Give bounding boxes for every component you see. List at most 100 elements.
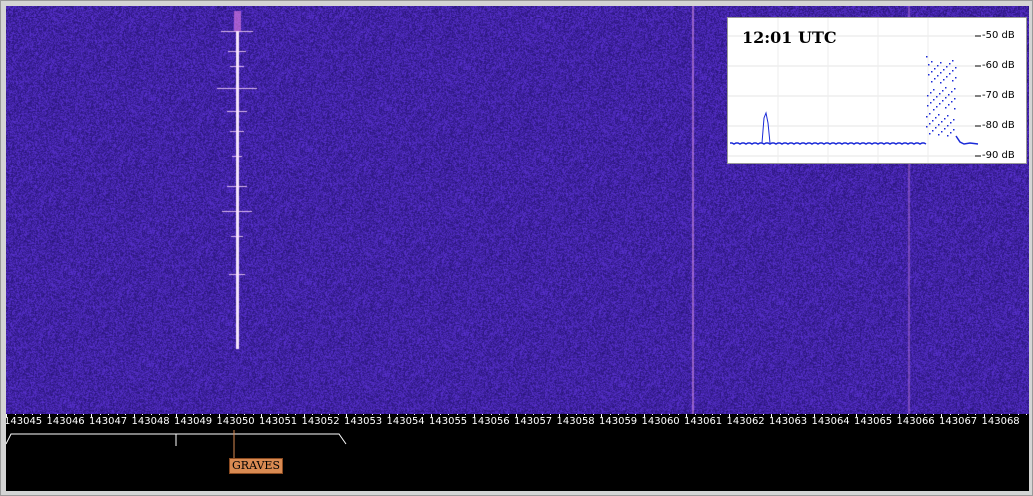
freq-minor-tick <box>890 414 891 415</box>
freq-minor-tick <box>490 414 492 415</box>
freq-minor-tick <box>142 414 143 415</box>
freq-minor-tick <box>652 414 653 415</box>
freq-label: 143050 <box>216 416 255 427</box>
freq-minor-tick <box>320 414 322 415</box>
freq-minor-tick <box>873 414 874 415</box>
freq-minor-tick <box>99 414 101 415</box>
freq-minor-tick <box>388 414 390 415</box>
freq-minor-tick <box>167 414 169 415</box>
graves-marker-label[interactable]: GRAVES <box>229 458 283 474</box>
freq-minor-tick <box>703 414 704 415</box>
freq-minor-tick <box>82 414 84 415</box>
freq-label: 143052 <box>301 416 340 427</box>
freq-label: 143067 <box>939 416 978 427</box>
freq-minor-tick <box>397 414 398 415</box>
freq-minor-tick <box>949 414 951 415</box>
freq-minor-tick <box>516 414 517 415</box>
freq-minor-tick <box>1026 414 1027 415</box>
freq-minor-tick <box>643 414 645 415</box>
freq-minor-tick <box>618 414 619 415</box>
freq-minor-tick <box>261 414 262 415</box>
freq-minor-tick <box>14 414 16 415</box>
freq-label: 143062 <box>726 416 765 427</box>
freq-label: 143059 <box>599 416 638 427</box>
freq-minor-tick <box>932 414 934 415</box>
freq-minor-tick <box>992 414 993 415</box>
window-frame: 12:01 UTC -50 dB -60 dB -70 dB -80 dB -9… <box>0 0 1033 496</box>
freq-label: 143053 <box>344 416 383 427</box>
freq-label: 143046 <box>46 416 85 427</box>
freq-minor-tick <box>125 414 126 415</box>
time-label: 12:01 UTC <box>742 28 837 47</box>
freq-minor-tick <box>193 414 194 415</box>
freq-minor-tick <box>601 414 602 415</box>
freq-minor-tick <box>23 414 24 415</box>
freq-minor-tick <box>312 414 313 415</box>
freq-minor-tick <box>150 414 152 415</box>
freq-minor-tick <box>507 414 509 415</box>
freq-minor-tick <box>737 414 738 415</box>
freq-minor-tick <box>414 414 415 415</box>
freq-minor-tick <box>728 414 730 415</box>
freq-minor-tick <box>499 414 500 415</box>
freq-minor-tick <box>796 414 798 415</box>
freq-minor-tick <box>677 414 679 415</box>
freq-minor-tick <box>473 414 475 415</box>
freq-label: 143049 <box>174 416 213 427</box>
freq-label: 143047 <box>89 416 128 427</box>
freq-minor-tick <box>448 414 449 415</box>
freq-minor-tick <box>550 414 551 415</box>
freq-minor-tick <box>771 414 772 415</box>
freq-minor-tick <box>133 414 135 415</box>
freq-minor-tick <box>567 414 568 415</box>
freq-minor-tick <box>371 414 373 415</box>
spectrum-panel: 12:01 UTC -50 dB -60 dB -70 dB -80 dB -9… <box>727 17 1027 164</box>
freq-label: 143051 <box>259 416 298 427</box>
freq-minor-tick <box>711 414 713 415</box>
freq-minor-tick <box>720 414 721 415</box>
freq-minor-tick <box>686 414 687 415</box>
freq-label: 143058 <box>556 416 595 427</box>
freq-label: 143066 <box>896 416 935 427</box>
freq-minor-tick <box>65 414 67 415</box>
freq-minor-tick <box>856 414 857 415</box>
freq-minor-tick <box>864 414 866 415</box>
freq-minor-tick <box>788 414 789 415</box>
freq-minor-tick <box>108 414 109 415</box>
freq-minor-tick <box>422 414 424 415</box>
freq-label: 143061 <box>684 416 723 427</box>
freq-label: 143045 <box>6 416 43 427</box>
freq-minor-tick <box>575 414 577 415</box>
freq-label: 143060 <box>641 416 680 427</box>
freq-label: 143057 <box>514 416 553 427</box>
freq-minor-tick <box>541 414 543 415</box>
freq-minor-tick <box>1017 414 1019 415</box>
freq-minor-tick <box>822 414 823 415</box>
freq-minor-tick <box>269 414 271 415</box>
freq-minor-tick <box>745 414 747 415</box>
freq-minor-tick <box>218 414 220 415</box>
freq-minor-tick <box>244 414 245 415</box>
freq-minor-tick <box>626 414 628 415</box>
freq-minor-tick <box>405 414 407 415</box>
marker-bracket <box>6 430 347 459</box>
waterfall-display[interactable]: 12:01 UTC -50 dB -60 dB -70 dB -80 dB -9… <box>6 6 1029 414</box>
frequency-scale: 143045 143046 143047 143048 143049 143050 1430… <box>6 414 1029 430</box>
freq-minor-tick <box>48 414 50 415</box>
freq-minor-tick <box>74 414 75 415</box>
freq-minor-tick <box>533 414 534 415</box>
freq-label: 143055 <box>429 416 468 427</box>
freq-minor-tick <box>958 414 959 415</box>
freq-minor-tick <box>210 414 211 415</box>
freq-minor-tick <box>584 414 585 415</box>
db-label-80: -80 dB <box>982 120 1015 131</box>
freq-minor-tick <box>1009 414 1010 415</box>
freq-minor-tick <box>40 414 41 415</box>
freq-minor-tick <box>762 414 764 415</box>
freq-minor-tick <box>830 414 832 415</box>
freq-minor-tick <box>278 414 279 415</box>
freq-label: 143048 <box>131 416 170 427</box>
freq-label: 143056 <box>471 416 510 427</box>
freq-minor-tick <box>295 414 296 415</box>
freq-minor-tick <box>354 414 356 415</box>
